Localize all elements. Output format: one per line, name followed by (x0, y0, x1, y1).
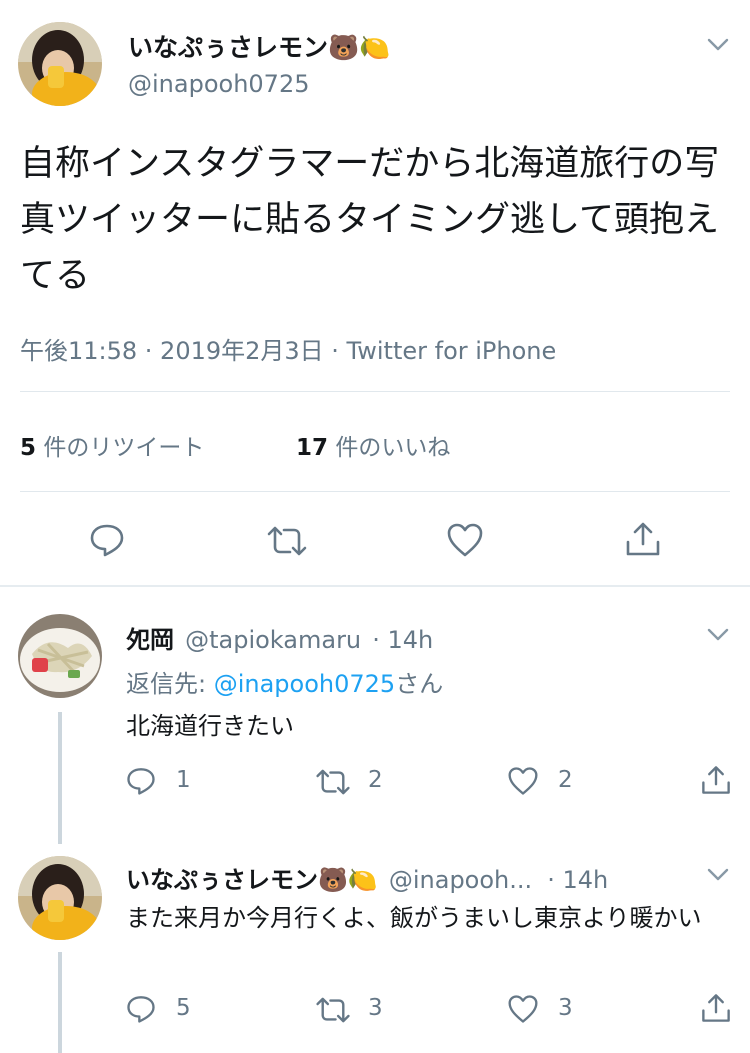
main-display-name[interactable]: いなぷぅさレモン🐻🍋 (128, 28, 390, 64)
divider-2 (20, 491, 730, 492)
chevron-down-icon[interactable] (707, 628, 729, 642)
main-tweet-text: 自称インスタグラマーだから北海道旅行の写真ツイッターに貼るタイミング逃して頭抱え… (20, 144, 720, 296)
divider-1 (20, 391, 730, 392)
reply1-replying-suffix: さん (395, 670, 444, 698)
heart-icon[interactable] (446, 522, 484, 558)
reply1-text: 北海道行きたい (126, 712, 294, 740)
share-icon[interactable] (700, 764, 732, 796)
reply1-retweet-count: 2 (368, 767, 383, 793)
reply1-time[interactable]: · 14h (372, 626, 433, 654)
reply2-avatar[interactable] (18, 856, 102, 940)
reply1-replying-to: 返信先: @inapooh0725さん (126, 666, 443, 702)
reply2-time[interactable]: · 14h (547, 866, 608, 894)
like-stats[interactable]: 17 件のいいね (296, 428, 450, 462)
reply1-like-count: 2 (558, 767, 573, 793)
section-divider (0, 585, 750, 587)
reply2-reply-count: 5 (176, 995, 191, 1021)
reply2-handle[interactable]: @inapooh... (389, 866, 532, 894)
reply1-header: 夗岡 @tapiokamaru · 14h (126, 620, 433, 655)
retweet-count: 5 (20, 435, 37, 461)
reply2-like-count: 3 (558, 995, 573, 1021)
thread-line (58, 952, 62, 1053)
reply1-handle[interactable]: @tapiokamaru (185, 626, 361, 654)
retweet-stats[interactable]: 5 件のリツイート (20, 428, 204, 462)
thread-line (58, 712, 62, 844)
reply-icon[interactable] (126, 994, 156, 1024)
retweet-icon[interactable] (266, 525, 308, 557)
main-name-emojis: 🐻🍋 (328, 33, 391, 62)
reply-icon[interactable] (89, 522, 125, 558)
heart-icon[interactable] (507, 994, 539, 1024)
reply1-replying-handle[interactable]: @inapooh0725 (214, 670, 395, 698)
chevron-down-icon[interactable] (707, 868, 729, 882)
main-handle[interactable]: @inapooh0725 (128, 70, 309, 98)
main-display-name-text: いなぷぅさレモン (128, 33, 329, 62)
reply2-name-emojis: 🐻🍋 (318, 866, 378, 894)
reply2-display-name[interactable]: いなぷぅさレモン (126, 866, 318, 894)
retweet-icon[interactable] (315, 768, 351, 796)
reply2-header: いなぷぅさレモン🐻🍋 @inapooh... · 14h (126, 860, 608, 895)
reply1-avatar[interactable] (18, 614, 102, 698)
retweet-icon[interactable] (315, 996, 351, 1024)
reply2-text: また来月か今月行くよ、飯がうまいし東京より暖かい (126, 904, 702, 932)
like-label: 件のいいね (328, 435, 451, 461)
reply2-retweet-count: 3 (368, 995, 383, 1021)
main-timestamp[interactable]: 午後11:58 · 2019年2月3日 · Twitter for iPhone (20, 331, 556, 366)
retweet-label: 件のリツイート (36, 435, 205, 461)
reply1-replying-prefix: 返信先: (126, 670, 214, 698)
main-avatar[interactable] (18, 22, 102, 106)
heart-icon[interactable] (507, 766, 539, 796)
like-count: 17 (296, 435, 329, 461)
reply1-reply-count: 1 (176, 767, 191, 793)
share-icon[interactable] (624, 520, 662, 558)
reply-icon[interactable] (126, 766, 156, 796)
chevron-down-icon[interactable] (707, 38, 729, 52)
share-icon[interactable] (700, 992, 732, 1024)
reply1-display-name[interactable]: 夗岡 (126, 626, 174, 654)
